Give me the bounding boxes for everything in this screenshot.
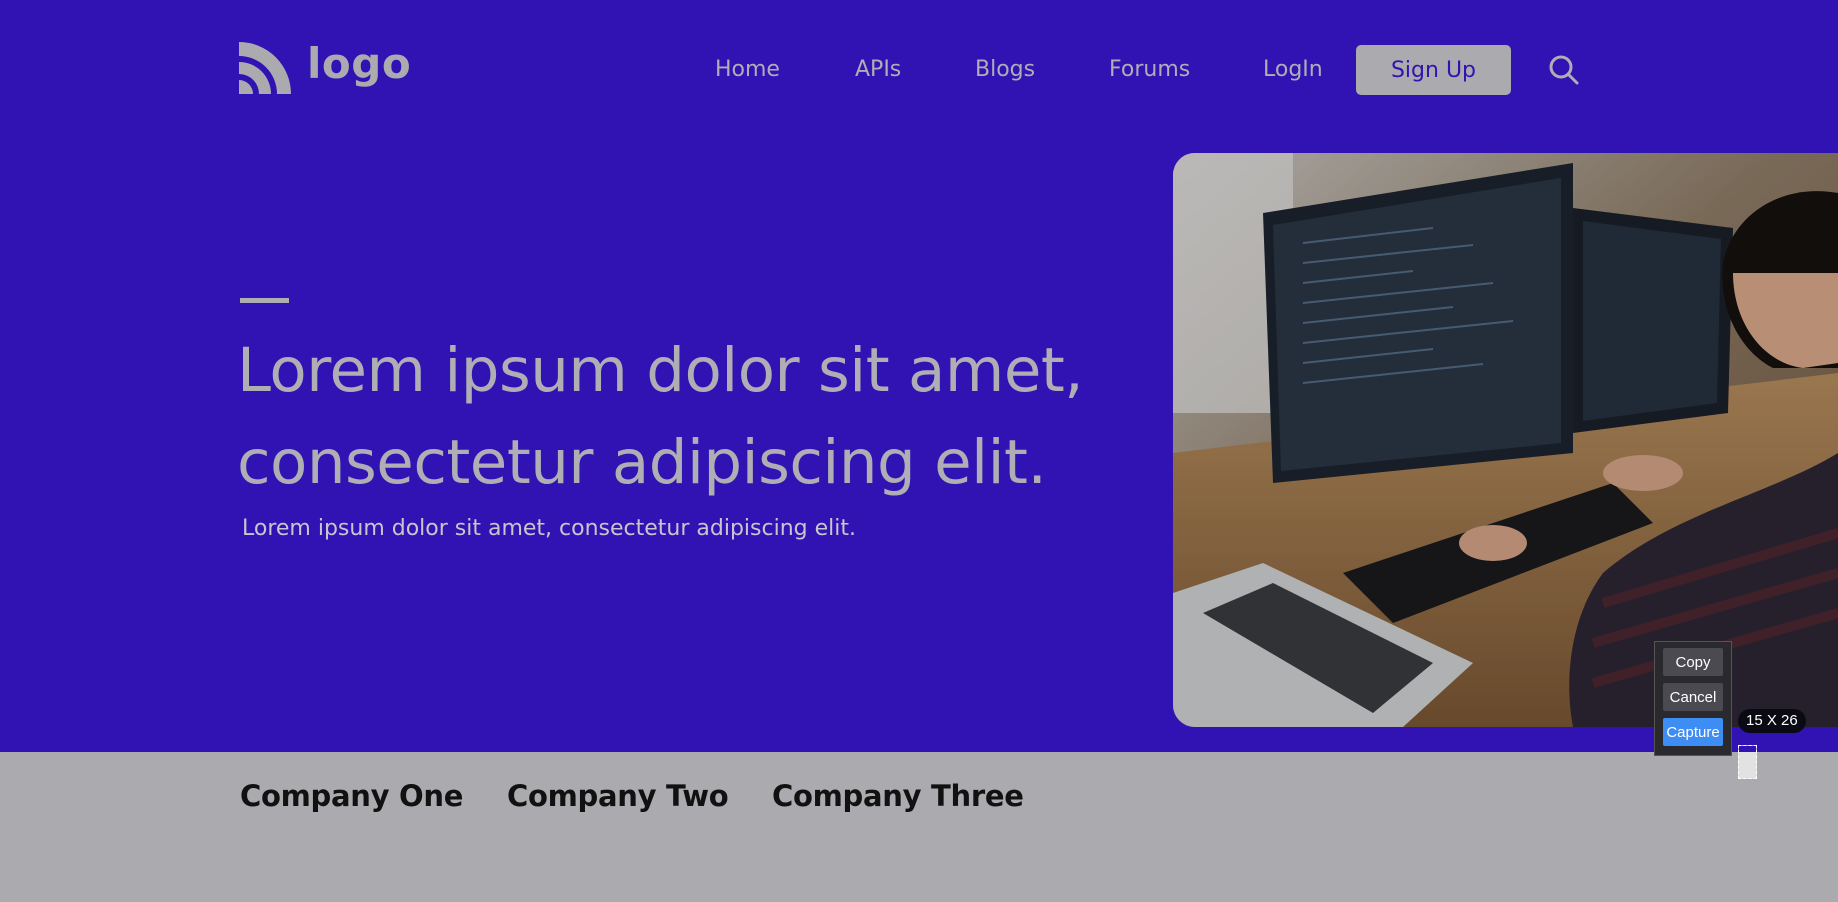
nav-login[interactable]: LogIn <box>1263 55 1323 85</box>
nav-forums[interactable]: Forums <box>1109 55 1190 85</box>
hero-section: logo Home APIs Blogs Forums LogIn Sign U… <box>0 0 1838 752</box>
company-two: Company Two <box>507 779 729 813</box>
rss-icon <box>239 42 291 94</box>
search-icon <box>1549 55 1579 85</box>
cancel-button[interactable]: Cancel <box>1663 683 1723 711</box>
search-button[interactable] <box>1548 54 1580 86</box>
accent-divider <box>240 298 289 303</box>
selection-size-label: 15 X 26 <box>1738 709 1806 733</box>
hero-title-line-2: consectetur adipiscing elit. <box>237 427 1047 498</box>
hero-subtitle: Lorem ipsum dolor sit amet, consectetur … <box>242 516 856 541</box>
capture-toolbar: Copy Cancel Capture <box>1654 641 1732 756</box>
capture-selection-box[interactable] <box>1738 745 1757 779</box>
nav-home[interactable]: Home <box>715 55 780 85</box>
copy-button[interactable]: Copy <box>1663 648 1723 676</box>
company-three: Company Three <box>772 779 1024 813</box>
developer-at-computer-image <box>1173 153 1838 727</box>
companies-section: Company One Company Two Company Three <box>0 752 1838 902</box>
nav-blogs[interactable]: Blogs <box>975 55 1035 85</box>
capture-button[interactable]: Capture <box>1663 718 1723 746</box>
hero-title-line-1: Lorem ipsum dolor sit amet, <box>237 335 1084 406</box>
company-one: Company One <box>240 779 464 813</box>
nav-apis[interactable]: APIs <box>855 55 901 85</box>
signup-button[interactable]: Sign Up <box>1356 45 1511 95</box>
hero-title: Lorem ipsum dolor sit amet, consectetur … <box>237 325 1137 509</box>
site-logo[interactable]: logo <box>239 40 411 94</box>
logo-text: logo <box>307 39 412 88</box>
